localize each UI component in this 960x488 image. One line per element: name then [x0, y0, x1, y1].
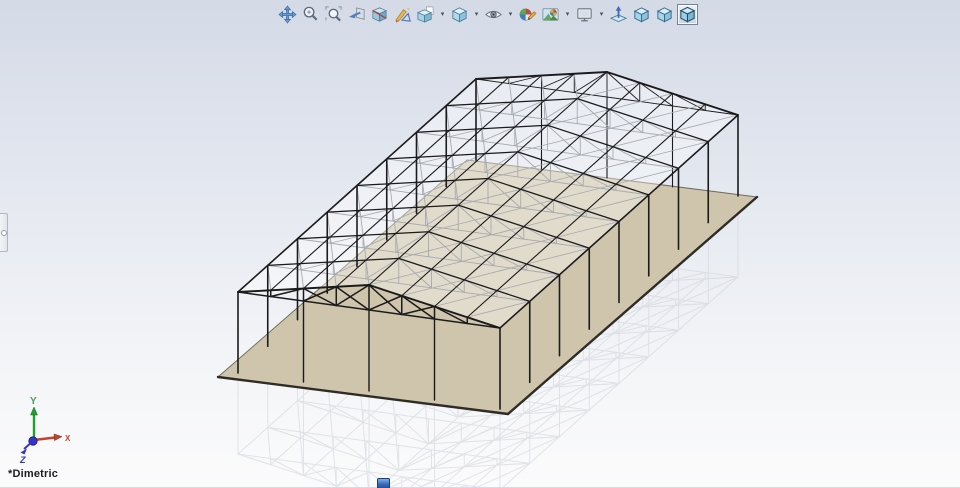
apply-scene-button[interactable] — [540, 4, 561, 25]
view-orientation-button[interactable] — [415, 4, 436, 25]
view-cube-1-button[interactable] — [631, 4, 652, 25]
section-view-icon — [371, 6, 388, 22]
view-cube-2-button[interactable] — [654, 4, 675, 25]
z-axis-arrowhead — [20, 448, 27, 455]
view-settings-icon — [577, 7, 592, 21]
zoom-to-fit-button[interactable] — [277, 4, 298, 25]
edit-appearance-icon — [519, 8, 537, 20]
view-settings-button[interactable] — [574, 4, 595, 25]
zoom-to-fit-icon — [278, 4, 297, 24]
display-style-icon — [451, 6, 468, 22]
edit-appearance-button[interactable] — [517, 4, 538, 25]
display-style-dropdown[interactable]: ▾ — [472, 4, 481, 25]
view-cube-1-icon — [633, 6, 650, 22]
view-orientation-label: *Dimetric — [8, 468, 59, 480]
view-orientation-dropdown[interactable]: ▾ — [438, 4, 447, 25]
normal-to-button[interactable] — [608, 4, 629, 25]
zoom-to-area-icon — [325, 5, 342, 21]
hide-show-items-button[interactable] — [483, 4, 504, 25]
previous-view-button[interactable] — [346, 4, 367, 25]
apply-scene-icon — [542, 7, 559, 21]
apply-scene-dropdown[interactable]: ▾ — [563, 4, 572, 25]
view-settings-dropdown[interactable]: ▾ — [597, 4, 606, 25]
normal-to-icon — [609, 5, 628, 22]
view-orientation-icon — [416, 6, 434, 23]
model-canvas[interactable] — [0, 0, 960, 487]
annotation-views-button[interactable] — [392, 4, 413, 25]
collapsed-panel-tab[interactable] — [0, 213, 8, 252]
panel-tab-handle-icon — [1, 230, 7, 236]
z-axis-label: Z — [19, 455, 26, 465]
reference-triad: Y X Z — [19, 396, 71, 465]
zoom-in-out-button[interactable] — [300, 4, 321, 25]
x-axis-arrowhead — [53, 433, 63, 442]
y-axis-label: Y — [30, 396, 37, 407]
y-axis-arrowhead — [30, 406, 38, 416]
graphics-viewport[interactable] — [0, 0, 960, 487]
view-cube-3-button[interactable] — [677, 3, 698, 25]
section-view-button[interactable] — [369, 4, 390, 25]
display-style-button[interactable] — [449, 4, 470, 25]
x-axis-label: X — [65, 434, 71, 443]
view-cube-3-icon — [679, 6, 696, 22]
previous-view-icon — [348, 6, 365, 20]
view-cube-2-icon — [656, 6, 673, 22]
annotation-views-icon — [395, 7, 411, 23]
zoom-in-out-icon — [303, 6, 318, 20]
hide-show-items-dropdown[interactable]: ▾ — [506, 4, 515, 25]
heads-up-view-toolbar: ▾ ▾ ▾ ▾ ▾ — [277, 2, 698, 26]
zoom-to-area-button[interactable] — [323, 4, 344, 25]
hide-show-items-icon — [485, 10, 502, 18]
